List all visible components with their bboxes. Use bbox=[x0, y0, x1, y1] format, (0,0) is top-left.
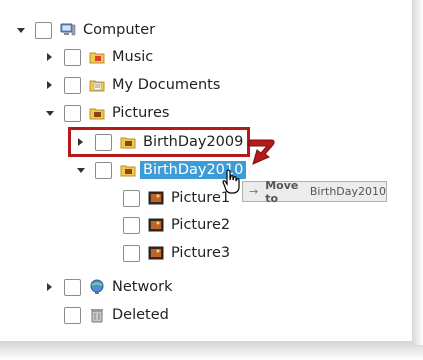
checkbox[interactable] bbox=[64, 306, 81, 324]
tree-node-label: Computer bbox=[83, 22, 156, 38]
recycle-bin-icon bbox=[89, 307, 105, 323]
collapse-arrow-icon[interactable] bbox=[45, 109, 54, 118]
tree-node-label: Deleted bbox=[112, 307, 169, 323]
checkbox[interactable] bbox=[64, 48, 81, 66]
tree-node-network[interactable]: Network bbox=[45, 275, 176, 299]
pictures-folder-icon bbox=[89, 105, 105, 121]
move-arrow-icon: → bbox=[249, 185, 259, 198]
checkbox[interactable] bbox=[95, 161, 112, 179]
checkbox[interactable] bbox=[64, 76, 81, 94]
tree-node-picture2[interactable]: Picture2 bbox=[104, 213, 233, 237]
checkbox[interactable] bbox=[123, 189, 140, 207]
tree-node-picture3[interactable]: Picture3 bbox=[104, 241, 233, 265]
tree-node-label: Picture3 bbox=[171, 245, 231, 261]
folder-icon bbox=[120, 162, 136, 178]
tree-node-label: Network bbox=[112, 279, 173, 295]
collapse-arrow-icon[interactable] bbox=[16, 26, 25, 35]
tree-node-computer[interactable]: Computer bbox=[16, 18, 158, 42]
tree-view-panel: Computer Music My Documents Pictures Bir… bbox=[0, 0, 412, 341]
tree-node-label: My Documents bbox=[112, 77, 221, 93]
expand-arrow-icon[interactable] bbox=[45, 53, 54, 62]
checkbox[interactable] bbox=[64, 104, 81, 122]
tree-node-birthday2010[interactable]: BirthDay2010 bbox=[76, 158, 247, 182]
drop-target-highlight-box bbox=[68, 127, 250, 157]
drag-move-tooltip: → Move to BirthDay2010 bbox=[242, 178, 387, 205]
image-file-icon bbox=[148, 245, 164, 261]
documents-folder-icon bbox=[89, 77, 105, 93]
music-folder-icon bbox=[89, 49, 105, 65]
collapse-arrow-icon[interactable] bbox=[76, 166, 85, 175]
tooltip-action: Move to bbox=[265, 178, 299, 205]
checkbox[interactable] bbox=[123, 216, 140, 234]
expand-arrow-icon[interactable] bbox=[45, 81, 54, 90]
annotation-arrow-icon bbox=[248, 139, 275, 165]
tree-node-picture1[interactable]: Picture1 bbox=[104, 186, 233, 210]
tree-node-music[interactable]: Music bbox=[45, 45, 156, 69]
tree-node-deleted[interactable]: Deleted bbox=[45, 303, 172, 327]
tree-node-my-documents[interactable]: My Documents bbox=[45, 73, 223, 97]
network-globe-icon bbox=[89, 279, 105, 295]
tree-node-label: Music bbox=[112, 49, 154, 65]
checkbox[interactable] bbox=[35, 21, 52, 39]
image-file-icon bbox=[148, 217, 164, 233]
window-shadow-bottom bbox=[0, 341, 423, 360]
computer-icon bbox=[60, 22, 76, 38]
tree-node-pictures[interactable]: Pictures bbox=[45, 101, 172, 125]
tooltip-target: BirthDay2010 bbox=[309, 185, 386, 198]
image-file-icon bbox=[148, 190, 164, 206]
tree-node-label: Pictures bbox=[112, 105, 170, 121]
checkbox[interactable] bbox=[64, 278, 81, 296]
checkbox[interactable] bbox=[123, 244, 140, 262]
hand-cursor-icon bbox=[222, 169, 240, 194]
tree-node-label: Picture2 bbox=[171, 217, 231, 233]
expand-arrow-icon[interactable] bbox=[45, 283, 54, 292]
window-shadow-right bbox=[412, 0, 423, 345]
